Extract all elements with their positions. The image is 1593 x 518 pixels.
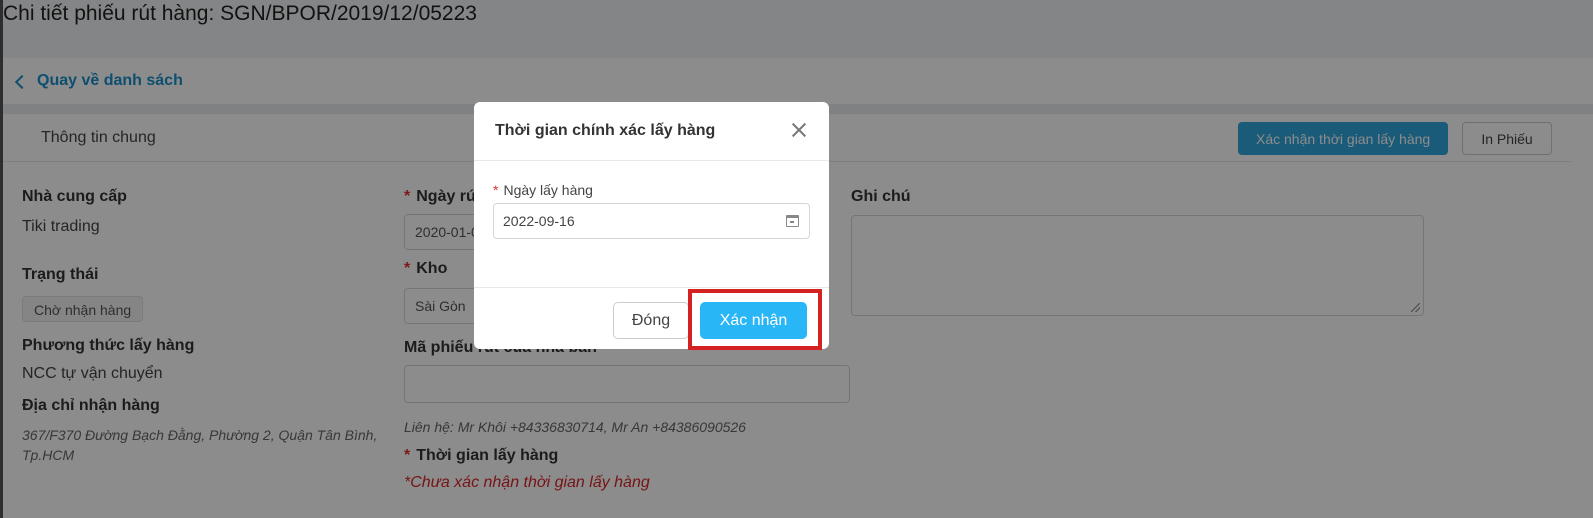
required-mark: * [493,182,499,198]
modal-header: Thời gian chính xác lấy hàng [474,102,829,161]
pickup-date-value: 2022-09-16 [503,213,575,229]
pickup-date-label-text: Ngày lấy hàng [503,182,593,198]
pickup-date-input[interactable]: 2022-09-16 [493,203,810,239]
calendar-icon[interactable] [786,215,799,227]
close-icon[interactable] [789,120,809,140]
confirm-button-highlight [688,289,822,350]
modal-title: Thời gian chính xác lấy hàng [495,122,716,139]
pickup-date-label: * Ngày lấy hàng [493,182,593,198]
close-button[interactable]: Đóng [613,302,689,339]
